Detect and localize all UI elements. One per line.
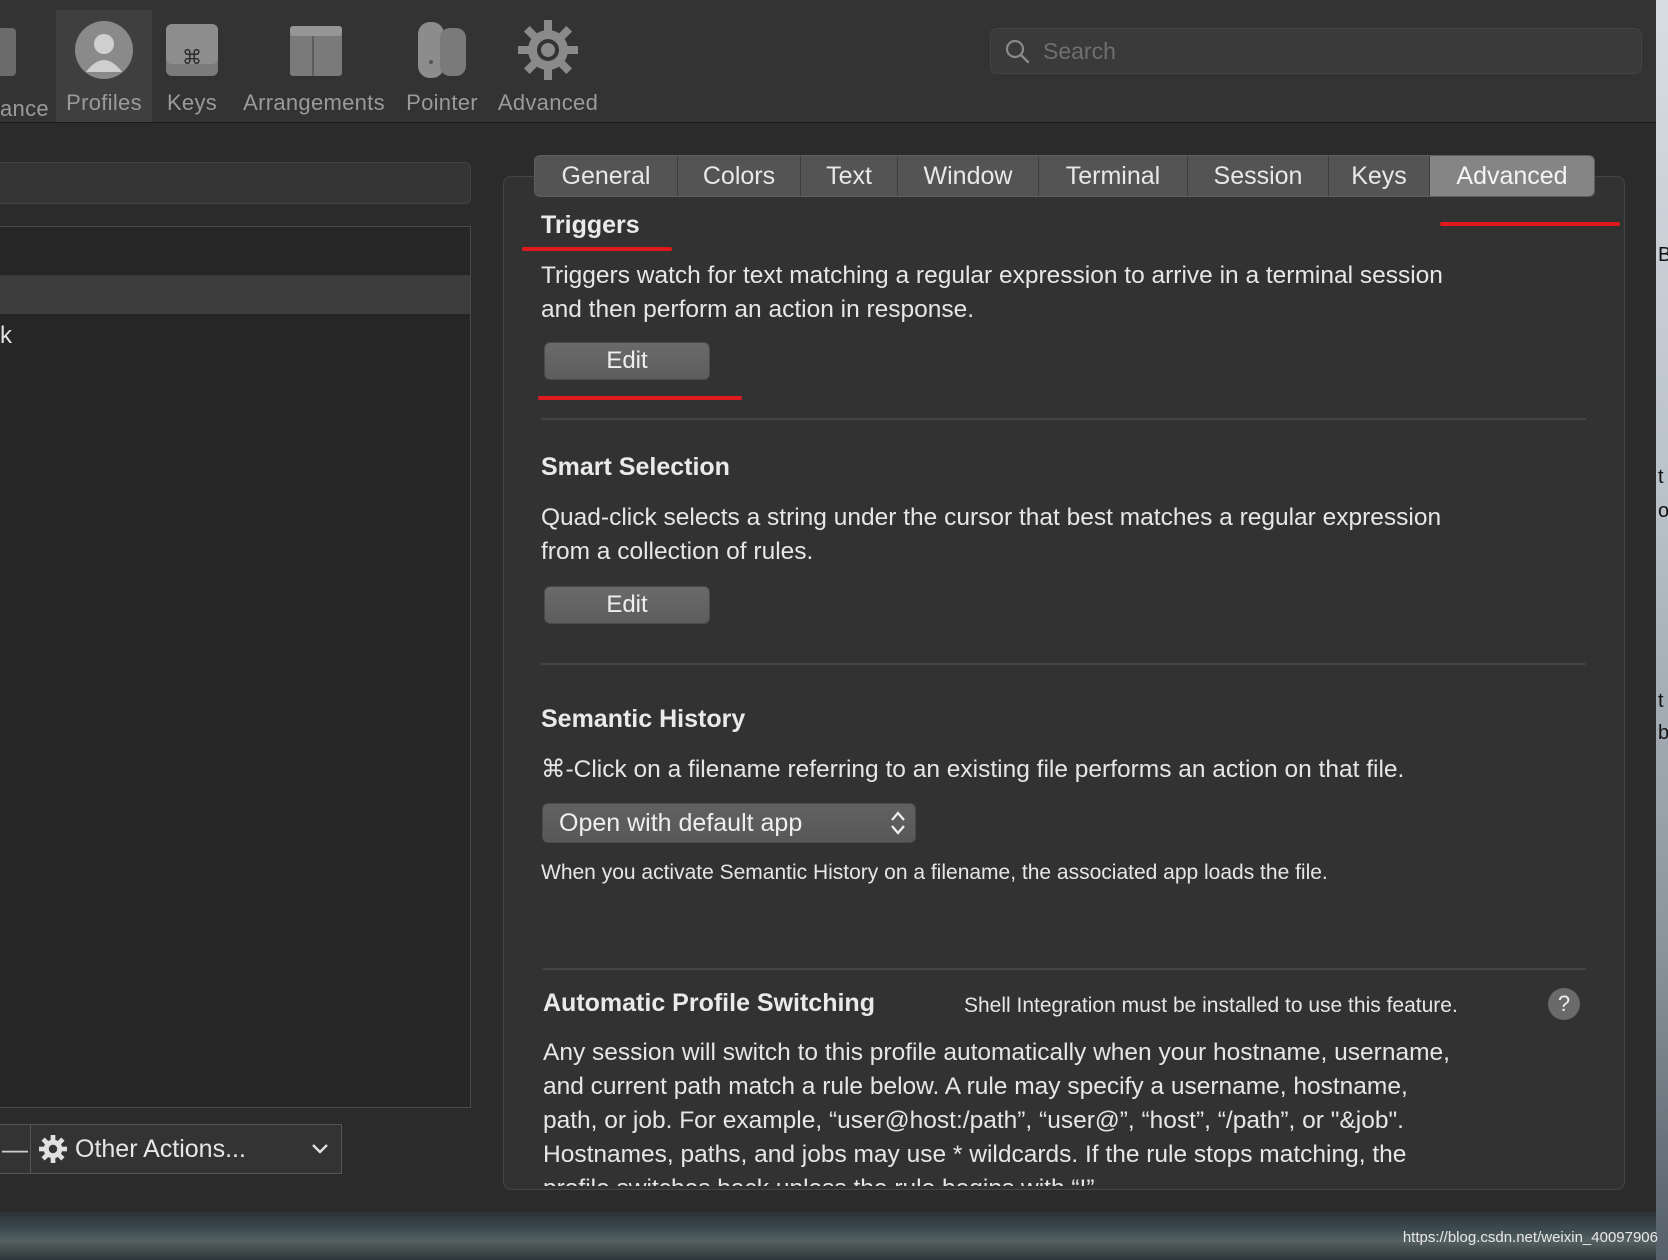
background-window-text: t bbox=[1658, 690, 1664, 712]
tab-advanced-label: Advanced bbox=[1456, 161, 1568, 190]
triggers-description: Triggers watch for text matching a regul… bbox=[541, 259, 1551, 327]
tab-keys-label: Keys bbox=[1351, 161, 1407, 190]
arrangements-icon bbox=[284, 20, 344, 80]
toolbar-pointer-label: Pointer bbox=[406, 90, 478, 115]
profile-list-row-label: k bbox=[0, 322, 12, 349]
desktop-edge bbox=[1656, 0, 1668, 1260]
profile-filter-field[interactable] bbox=[0, 162, 471, 204]
preferences-window: ance Profiles ⌘ Keys Arrangements Pointe… bbox=[0, 0, 1657, 1212]
profile-tabs: General Colors Text Window Terminal Sess… bbox=[534, 155, 1595, 197]
toolbar-profiles[interactable]: Profiles bbox=[56, 10, 152, 122]
other-actions-label: Other Actions... bbox=[75, 1134, 246, 1163]
profile-list-header bbox=[0, 227, 470, 276]
auto-profile-switching-clip: Any session will switch to this profile … bbox=[503, 1036, 1623, 1186]
semantic-history-select[interactable]: Open with default app bbox=[542, 803, 916, 843]
tab-colors-label: Colors bbox=[702, 161, 776, 190]
divider bbox=[543, 968, 1586, 970]
tab-terminal-label: Terminal bbox=[1065, 161, 1161, 190]
profile-list[interactable]: k bbox=[0, 226, 471, 1108]
profile-icon bbox=[74, 20, 134, 80]
gear-icon bbox=[39, 1135, 67, 1163]
triggers-edit-button[interactable]: Edit bbox=[544, 342, 710, 380]
toolbar-arrangements[interactable]: Arrangements bbox=[238, 10, 390, 122]
smart-selection-edit-label: Edit bbox=[606, 591, 648, 618]
toolbar-arrangements-label: Arrangements bbox=[243, 90, 385, 115]
smart-selection-description-line2: from a collection of rules. bbox=[541, 538, 814, 565]
annotation-underline-triggers bbox=[522, 247, 672, 251]
background-window-text: b bbox=[1658, 722, 1668, 744]
toolbar-advanced-label: Advanced bbox=[497, 90, 599, 115]
background-window-text: B bbox=[1658, 244, 1668, 266]
divider bbox=[541, 663, 1586, 665]
auto-profile-line5: profile switches back unless the rule be… bbox=[543, 1172, 1613, 1186]
tab-general[interactable]: General bbox=[535, 156, 678, 196]
profile-list-selected-row[interactable] bbox=[0, 276, 470, 314]
auto-profile-switching-title: Automatic Profile Switching bbox=[543, 989, 875, 1017]
smart-selection-edit-button[interactable]: Edit bbox=[544, 586, 710, 624]
semantic-history-description: ⌘-Click on a filename referring to an ex… bbox=[541, 756, 1405, 783]
toolbar-profiles-label: Profiles bbox=[66, 90, 142, 115]
shell-integration-note: Shell Integration must be installed to u… bbox=[964, 994, 1458, 1017]
tab-colors[interactable]: Colors bbox=[678, 156, 801, 196]
tab-advanced[interactable]: Advanced bbox=[1430, 156, 1594, 196]
tab-text[interactable]: Text bbox=[801, 156, 898, 196]
watermark: https://blog.csdn.net/weixin_40097906 bbox=[1402, 1229, 1658, 1246]
tab-text-label: Text bbox=[826, 161, 872, 190]
divider bbox=[541, 418, 1586, 420]
search-icon bbox=[1005, 39, 1030, 64]
toolbar-advanced[interactable]: Advanced bbox=[494, 10, 602, 122]
toolbar-appearance-label: ance bbox=[0, 96, 49, 121]
tab-terminal[interactable]: Terminal bbox=[1039, 156, 1188, 196]
toolbar-appearance[interactable]: ance bbox=[0, 10, 52, 122]
help-button[interactable]: ? bbox=[1548, 988, 1580, 1020]
remove-profile-button[interactable]: — bbox=[0, 1124, 31, 1174]
remove-profile-label: — bbox=[2, 1133, 28, 1164]
keyboard-icon: ⌘ bbox=[162, 20, 222, 80]
updown-chevron-icon bbox=[891, 811, 905, 835]
profile-list-bottom-bar: — Other Actions... bbox=[0, 1124, 342, 1174]
other-actions-button[interactable]: Other Actions... bbox=[31, 1124, 342, 1174]
triggers-title: Triggers bbox=[541, 211, 640, 239]
annotation-underline-edit bbox=[538, 396, 742, 400]
tab-session-label: Session bbox=[1213, 161, 1303, 190]
search-input[interactable] bbox=[1041, 36, 1605, 66]
auto-profile-line4: Hostnames, paths, and jobs may use * wil… bbox=[543, 1141, 1407, 1168]
smart-selection-description-line1: Quad-click selects a string under the cu… bbox=[541, 504, 1442, 531]
toolbar-keys[interactable]: ⌘ Keys bbox=[156, 10, 228, 122]
annotation-underline-advanced bbox=[1440, 222, 1620, 226]
auto-profile-switching-description: Any session will switch to this profile … bbox=[543, 1036, 1613, 1186]
chevron-down-icon bbox=[312, 1144, 328, 1154]
toolbar-pointer[interactable]: Pointer bbox=[398, 10, 486, 122]
smart-selection-title: Smart Selection bbox=[541, 453, 730, 481]
semantic-history-selected-value: Open with default app bbox=[559, 808, 803, 837]
triggers-description-line1: Triggers watch for text matching a regul… bbox=[541, 262, 1443, 289]
auto-profile-line2: and current path match a rule below. A r… bbox=[543, 1073, 1408, 1100]
mouse-icon bbox=[412, 20, 472, 80]
tab-session[interactable]: Session bbox=[1188, 156, 1329, 196]
gear-icon bbox=[518, 20, 578, 80]
svg-text:⌘: ⌘ bbox=[182, 45, 202, 69]
semantic-history-note: When you activate Semantic History on a … bbox=[541, 861, 1328, 884]
smart-selection-description: Quad-click selects a string under the cu… bbox=[541, 501, 1551, 569]
toolbar-keys-label: Keys bbox=[166, 90, 218, 115]
appearance-icon bbox=[0, 20, 46, 80]
help-icon: ? bbox=[1557, 991, 1571, 1016]
tab-keys[interactable]: Keys bbox=[1329, 156, 1430, 196]
tab-general-label: General bbox=[561, 161, 651, 190]
preferences-toolbar: ance Profiles ⌘ Keys Arrangements Pointe… bbox=[0, 0, 1656, 123]
profile-list-row[interactable]: k bbox=[0, 314, 470, 358]
tab-window[interactable]: Window bbox=[898, 156, 1039, 196]
background-window-text: o bbox=[1658, 500, 1668, 522]
triggers-description-line2: and then perform an action in response. bbox=[541, 296, 975, 323]
semantic-history-title: Semantic History bbox=[541, 705, 746, 733]
tab-window-label: Window bbox=[923, 161, 1013, 190]
auto-profile-line1: Any session will switch to this profile … bbox=[543, 1039, 1450, 1066]
triggers-edit-label: Edit bbox=[606, 347, 648, 374]
auto-profile-line3: path, or job. For example, “user@host:/p… bbox=[543, 1107, 1404, 1134]
search-field[interactable] bbox=[990, 28, 1642, 74]
background-window-text: t bbox=[1658, 466, 1664, 488]
